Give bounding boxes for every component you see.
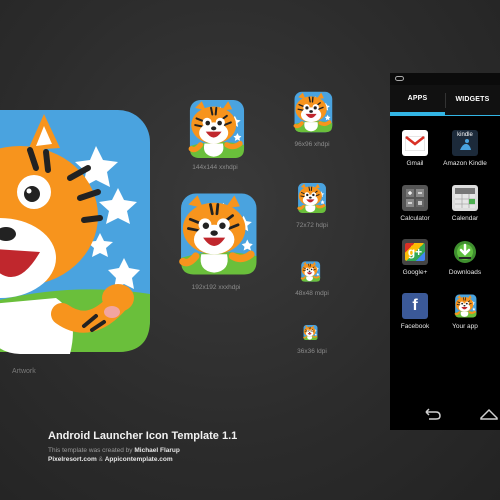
app-label-calculator: Calculator: [400, 215, 430, 222]
downloads-icon: [452, 239, 478, 265]
app-calculator[interactable]: Calculator: [390, 185, 440, 223]
size-label-xhdpi: 96x96 xhdpi: [294, 141, 330, 148]
size-label-mdpi: 48x48 mdpi: [295, 290, 329, 297]
tiger-icon: [168, 188, 264, 280]
template-title: Android Launcher Icon Template 1.1: [48, 430, 238, 442]
size-label-xxhdpi: 144x144 xxhdpi: [192, 164, 238, 171]
icon-96-xhdpi: [288, 89, 336, 135]
tiger-artwork-icon: [0, 110, 150, 354]
voicemail-icon: [395, 76, 404, 81]
drawer-tabs: APPS WIDGETS: [390, 85, 500, 115]
calculator-icon: [402, 185, 428, 211]
app-facebook[interactable]: f Facebook: [390, 293, 440, 331]
tabs-underline: [390, 115, 500, 116]
size-label-hdpi: 72x72 hdpi: [296, 222, 328, 229]
tiger-app-icon: [452, 293, 478, 319]
app-label-facebook: Facebook: [400, 323, 430, 330]
google-plus-icon: g+: [402, 239, 428, 265]
app-label-kindle: Amazon Kindle: [443, 160, 487, 167]
app-label-downloads: Downloads: [448, 269, 482, 276]
kindle-icon: kindle: [452, 130, 478, 156]
app-label-google-plus: Google+: [402, 269, 428, 276]
home-icon[interactable]: [480, 408, 498, 420]
icon-144-xxhdpi: [180, 96, 250, 162]
gmail-icon: [402, 130, 428, 156]
google-plus-icon-text: g+: [404, 243, 426, 261]
icon-192-xxxhdpi: [168, 188, 264, 280]
app-google-plus[interactable]: g+ Google+: [390, 239, 440, 277]
author-name: Michael Flarup: [134, 447, 180, 454]
site-link-pixelresort[interactable]: Pixelresort.com: [48, 456, 97, 463]
credit-prefix: This template was created by: [48, 447, 135, 454]
icon-48-mdpi: [298, 260, 322, 283]
app-kindle[interactable]: kindle Amazon Kindle: [440, 130, 490, 168]
sites-line: Pixelresort.com & Appicontemplate.com: [48, 456, 173, 463]
site-link-appicontemplate[interactable]: Appicontemplate.com: [105, 456, 173, 463]
back-icon[interactable]: [423, 408, 441, 420]
app-gmail[interactable]: Gmail: [390, 130, 440, 168]
app-downloads[interactable]: Downloads: [440, 239, 490, 277]
tiger-icon: [298, 260, 322, 283]
tiger-icon: [180, 96, 250, 162]
tiger-icon: [301, 324, 319, 341]
icon-72-hdpi: [293, 181, 329, 215]
app-your-app[interactable]: Your app: [440, 293, 490, 331]
sites-separator: &: [96, 456, 105, 463]
status-bar: [390, 73, 500, 85]
icon-36-ldpi: [301, 324, 319, 341]
tab-widgets[interactable]: WIDGETS: [445, 85, 500, 115]
tab-divider: [445, 93, 446, 108]
facebook-icon-text: f: [412, 297, 418, 314]
artwork-preview: [0, 108, 150, 354]
calendar-icon: [452, 185, 478, 211]
size-label-ldpi: 36x36 ldpi: [297, 348, 327, 355]
facebook-icon: f: [402, 293, 428, 319]
app-label-calendar: Calendar: [451, 215, 479, 222]
tiger-icon: [293, 181, 329, 215]
app-label-your-app: Your app: [452, 323, 478, 330]
artwork-label: Artwork: [12, 368, 36, 375]
size-label-xxxhdpi: 192x192 xxxhdpi: [191, 284, 241, 291]
app-label-gmail: Gmail: [406, 160, 424, 167]
tab-apps[interactable]: APPS: [390, 85, 445, 115]
navigation-bar: [390, 400, 500, 430]
tiger-icon: [288, 89, 336, 135]
credit-line: This template was created by Michael Fla…: [48, 447, 180, 454]
phone-app-drawer: APPS WIDGETS Gmail kindle Amazon Kindle …: [390, 73, 500, 430]
app-calendar[interactable]: Calendar: [440, 185, 490, 223]
